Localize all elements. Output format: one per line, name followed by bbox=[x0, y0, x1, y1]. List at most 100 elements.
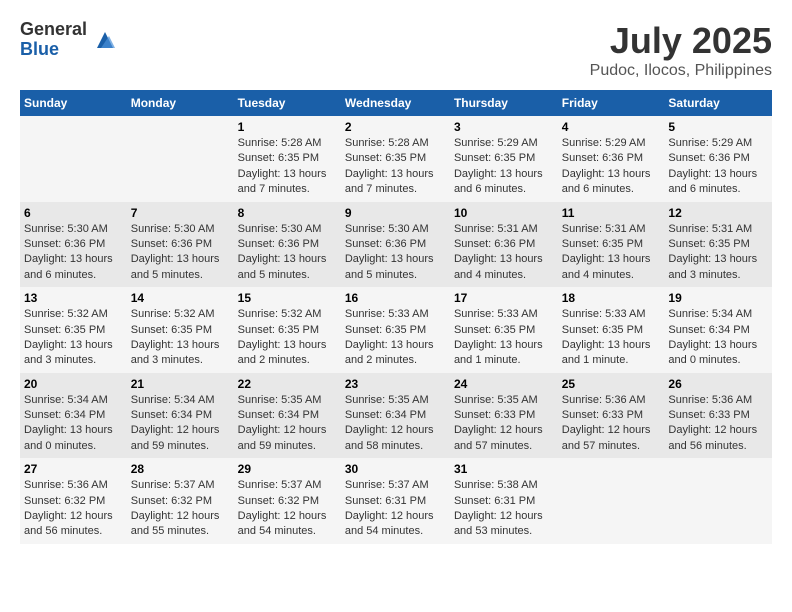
day-number: 9 bbox=[345, 206, 446, 220]
day-number: 20 bbox=[24, 377, 123, 391]
day-info: Sunrise: 5:30 AMSunset: 6:36 PMDaylight:… bbox=[24, 222, 123, 284]
day-info: Sunrise: 5:30 AMSunset: 6:36 PMDaylight:… bbox=[345, 222, 446, 284]
day-number: 8 bbox=[238, 206, 337, 220]
day-number: 15 bbox=[238, 291, 337, 305]
day-info: Sunrise: 5:32 AMSunset: 6:35 PMDaylight:… bbox=[238, 307, 337, 369]
table-row bbox=[127, 116, 234, 202]
table-row: 19Sunrise: 5:34 AMSunset: 6:34 PMDayligh… bbox=[664, 287, 772, 373]
header-wednesday: Wednesday bbox=[341, 90, 450, 116]
table-row: 30 Sunrise: 5:37 AMSunset: 6:31 PMDayligh… bbox=[341, 458, 450, 544]
day-number: 14 bbox=[131, 291, 230, 305]
day-info: Sunrise: 5:37 AMSunset: 6:32 PMDaylight:… bbox=[131, 478, 230, 540]
table-row: 5 Sunrise: 5:29 AMSunset: 6:36 PMDaylight… bbox=[664, 116, 772, 202]
table-row: 8 Sunrise: 5:30 AMSunset: 6:36 PMDaylight… bbox=[234, 202, 341, 288]
day-info: Sunrise: 5:30 AMSunset: 6:36 PMDaylight:… bbox=[131, 222, 230, 284]
day-number: 17 bbox=[454, 291, 554, 305]
day-number: 28 bbox=[131, 462, 230, 476]
calendar-week-row: 1 Sunrise: 5:28 AMSunset: 6:35 PMDaylight… bbox=[20, 116, 772, 202]
day-info: Sunrise: 5:33 AMSunset: 6:35 PMDaylight:… bbox=[454, 307, 554, 369]
day-info: Sunrise: 5:28 AMSunset: 6:35 PMDaylight:… bbox=[238, 136, 337, 198]
table-row: 20 Sunrise: 5:34 AMSunset: 6:34 PMDayligh… bbox=[20, 373, 127, 459]
day-info: Sunrise: 5:36 AMSunset: 6:32 PMDaylight:… bbox=[24, 478, 123, 540]
table-row: 26 Sunrise: 5:36 AMSunset: 6:33 PMDayligh… bbox=[664, 373, 772, 459]
day-info: Sunrise: 5:32 AMSunset: 6:35 PMDaylight:… bbox=[24, 307, 123, 369]
day-info: Sunrise: 5:37 AMSunset: 6:32 PMDaylight:… bbox=[238, 478, 337, 540]
day-info: Sunrise: 5:35 AMSunset: 6:33 PMDaylight:… bbox=[454, 393, 554, 455]
table-row: 15 Sunrise: 5:32 AMSunset: 6:35 PMDayligh… bbox=[234, 287, 341, 373]
day-number: 18 bbox=[562, 291, 661, 305]
calendar-week-row: 6 Sunrise: 5:30 AMSunset: 6:36 PMDaylight… bbox=[20, 202, 772, 288]
logo-general-text: General bbox=[20, 20, 87, 40]
day-info: Sunrise: 5:34 AMSunset: 6:34 PMDaylight:… bbox=[24, 393, 123, 455]
day-info: Sunrise: 5:31 AMSunset: 6:36 PMDaylight:… bbox=[454, 222, 554, 284]
calendar-week-row: 20 Sunrise: 5:34 AMSunset: 6:34 PMDayligh… bbox=[20, 373, 772, 459]
table-row: 17 Sunrise: 5:33 AMSunset: 6:35 PMDayligh… bbox=[450, 287, 558, 373]
day-number: 29 bbox=[238, 462, 337, 476]
table-row bbox=[558, 458, 665, 544]
calendar-table: Sunday Monday Tuesday Wednesday Thursday… bbox=[20, 90, 772, 544]
table-row: 14 Sunrise: 5:32 AMSunset: 6:35 PMDayligh… bbox=[127, 287, 234, 373]
table-row: 16Sunrise: 5:33 AMSunset: 6:35 PMDayligh… bbox=[341, 287, 450, 373]
day-info: Sunrise: 5:29 AMSunset: 6:36 PMDaylight:… bbox=[668, 136, 768, 198]
day-number: 22 bbox=[238, 377, 337, 391]
table-row bbox=[664, 458, 772, 544]
table-row: 1 Sunrise: 5:28 AMSunset: 6:35 PMDaylight… bbox=[234, 116, 341, 202]
day-info: Sunrise: 5:37 AMSunset: 6:31 PMDaylight:… bbox=[345, 478, 446, 540]
day-info: Sunrise: 5:36 AMSunset: 6:33 PMDaylight:… bbox=[562, 393, 661, 455]
table-row: 18Sunrise: 5:33 AMSunset: 6:35 PMDayligh… bbox=[558, 287, 665, 373]
table-row: 7 Sunrise: 5:30 AMSunset: 6:36 PMDaylight… bbox=[127, 202, 234, 288]
table-row: 3 Sunrise: 5:29 AMSunset: 6:35 PMDaylight… bbox=[450, 116, 558, 202]
day-number: 21 bbox=[131, 377, 230, 391]
day-number: 12 bbox=[668, 206, 768, 220]
table-row: 25 Sunrise: 5:36 AMSunset: 6:33 PMDayligh… bbox=[558, 373, 665, 459]
day-info: Sunrise: 5:31 AMSunset: 6:35 PMDaylight:… bbox=[562, 222, 661, 284]
day-number: 2 bbox=[345, 120, 446, 134]
header-friday: Friday bbox=[558, 90, 665, 116]
page-header: General Blue July 2025 Pudoc, Ilocos, Ph… bbox=[20, 20, 772, 80]
table-row: 31 Sunrise: 5:38 AMSunset: 6:31 PMDayligh… bbox=[450, 458, 558, 544]
table-row: 12Sunrise: 5:31 AMSunset: 6:35 PMDayligh… bbox=[664, 202, 772, 288]
weekday-header-row: Sunday Monday Tuesday Wednesday Thursday… bbox=[20, 90, 772, 116]
table-row: 22Sunrise: 5:35 AMSunset: 6:34 PMDayligh… bbox=[234, 373, 341, 459]
day-number: 3 bbox=[454, 120, 554, 134]
table-row: 2Sunrise: 5:28 AMSunset: 6:35 PMDaylight… bbox=[341, 116, 450, 202]
day-number: 5 bbox=[668, 120, 768, 134]
day-number: 27 bbox=[24, 462, 123, 476]
table-row: 11Sunrise: 5:31 AMSunset: 6:35 PMDayligh… bbox=[558, 202, 665, 288]
day-info: Sunrise: 5:34 AMSunset: 6:34 PMDaylight:… bbox=[131, 393, 230, 455]
day-number: 26 bbox=[668, 377, 768, 391]
day-info: Sunrise: 5:29 AMSunset: 6:35 PMDaylight:… bbox=[454, 136, 554, 198]
table-row: 9 Sunrise: 5:30 AMSunset: 6:36 PMDaylight… bbox=[341, 202, 450, 288]
table-row: 4Sunrise: 5:29 AMSunset: 6:36 PMDaylight… bbox=[558, 116, 665, 202]
day-number: 19 bbox=[668, 291, 768, 305]
day-number: 24 bbox=[454, 377, 554, 391]
header-thursday: Thursday bbox=[450, 90, 558, 116]
table-row bbox=[20, 116, 127, 202]
day-info: Sunrise: 5:32 AMSunset: 6:35 PMDaylight:… bbox=[131, 307, 230, 369]
calendar-week-row: 13 Sunrise: 5:32 AMSunset: 6:35 PMDayligh… bbox=[20, 287, 772, 373]
table-row: 13 Sunrise: 5:32 AMSunset: 6:35 PMDayligh… bbox=[20, 287, 127, 373]
header-saturday: Saturday bbox=[664, 90, 772, 116]
day-info: Sunrise: 5:36 AMSunset: 6:33 PMDaylight:… bbox=[668, 393, 768, 455]
day-number: 1 bbox=[238, 120, 337, 134]
day-number: 31 bbox=[454, 462, 554, 476]
location: Pudoc, Ilocos, Philippines bbox=[590, 62, 772, 80]
table-row: 23Sunrise: 5:35 AMSunset: 6:34 PMDayligh… bbox=[341, 373, 450, 459]
calendar-week-row: 27 Sunrise: 5:36 AMSunset: 6:32 PMDayligh… bbox=[20, 458, 772, 544]
month-year: July 2025 bbox=[590, 20, 772, 62]
day-number: 13 bbox=[24, 291, 123, 305]
day-number: 10 bbox=[454, 206, 554, 220]
table-row: 24 Sunrise: 5:35 AMSunset: 6:33 PMDayligh… bbox=[450, 373, 558, 459]
table-row: 28 Sunrise: 5:37 AMSunset: 6:32 PMDayligh… bbox=[127, 458, 234, 544]
day-number: 25 bbox=[562, 377, 661, 391]
day-number: 6 bbox=[24, 206, 123, 220]
day-info: Sunrise: 5:38 AMSunset: 6:31 PMDaylight:… bbox=[454, 478, 554, 540]
day-info: Sunrise: 5:30 AMSunset: 6:36 PMDaylight:… bbox=[238, 222, 337, 284]
title-block: July 2025 Pudoc, Ilocos, Philippines bbox=[590, 20, 772, 80]
day-number: 30 bbox=[345, 462, 446, 476]
day-info: Sunrise: 5:29 AMSunset: 6:36 PMDaylight:… bbox=[562, 136, 661, 198]
day-info: Sunrise: 5:33 AMSunset: 6:35 PMDaylight:… bbox=[345, 307, 446, 369]
day-info: Sunrise: 5:35 AMSunset: 6:34 PMDaylight:… bbox=[345, 393, 446, 455]
table-row: 27 Sunrise: 5:36 AMSunset: 6:32 PMDayligh… bbox=[20, 458, 127, 544]
day-number: 7 bbox=[131, 206, 230, 220]
